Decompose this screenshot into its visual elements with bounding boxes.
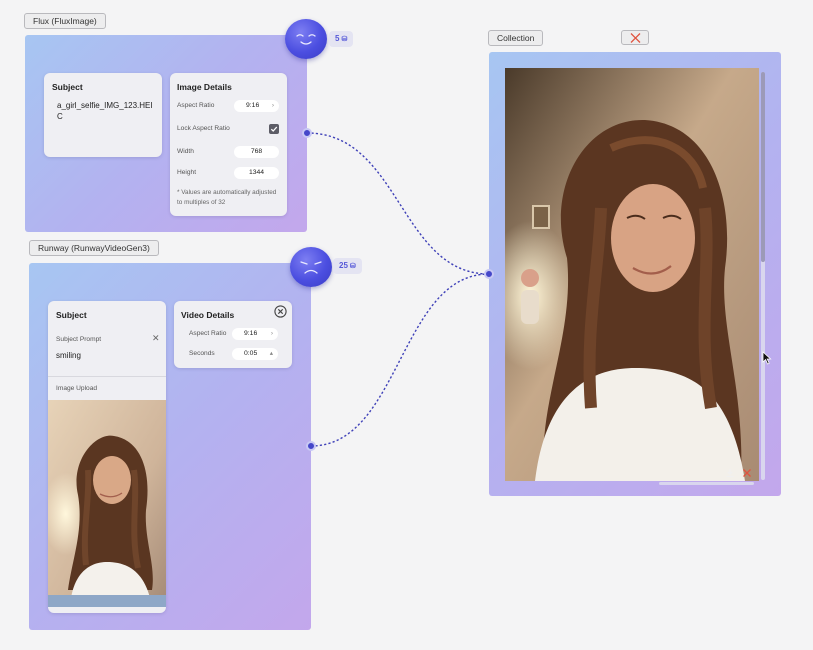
runway-node-title[interactable]: Runway (RunwayVideoGen3): [29, 240, 159, 256]
runway-subject-title: Subject: [56, 310, 87, 320]
runway-seconds-label: Seconds: [189, 350, 215, 357]
runway-video-details-card: Video Details Aspect Ratio 9:16 › Second…: [174, 301, 292, 368]
flux-credit-badge: 5 ⛁: [329, 31, 354, 47]
flux-subject-title: Subject: [52, 82, 83, 92]
runway-subject-card[interactable]: Subject Subject Prompt ✕ smiling Image U…: [48, 301, 166, 613]
runway-node-panel[interactable]: Subject Subject Prompt ✕ smiling Image U…: [29, 263, 311, 630]
flux-output-port[interactable]: [302, 128, 312, 138]
flux-height-input[interactable]: 1344: [234, 167, 279, 179]
collection-scrollbar-thumb[interactable]: [761, 72, 765, 262]
coin-stack-icon: ⛁: [341, 36, 348, 43]
mouse-cursor-icon: [762, 351, 772, 365]
runway-aspect-ratio-value: 9:16: [244, 330, 258, 337]
close-x-icon: [630, 33, 641, 43]
flux-credit-count: 5: [335, 34, 340, 43]
runway-seconds-select[interactable]: 0:05 ▴: [232, 348, 278, 360]
chevron-right-icon: ›: [270, 330, 273, 337]
close-x-icon[interactable]: ✕: [152, 333, 160, 344]
flux-aspect-ratio-select[interactable]: 9:16 ›: [234, 100, 279, 112]
runway-credit-badge: 25 ⛁: [333, 258, 362, 274]
runway-seconds-value: 0:05: [244, 350, 258, 357]
runway-subject-prompt-value[interactable]: smiling: [56, 350, 81, 361]
collection-image[interactable]: [505, 68, 759, 481]
chevron-down-icon: ▴: [269, 350, 273, 357]
flux-subject-card[interactable]: Subject a_girl_selfie_IMG_123.HEIC: [44, 73, 162, 157]
collection-node-panel[interactable]: [489, 52, 781, 496]
runway-uploaded-image[interactable]: [48, 400, 166, 607]
checkmark-icon: [270, 126, 278, 132]
runway-subject-prompt-label: Subject Prompt: [56, 336, 102, 343]
runway-aspect-ratio-select[interactable]: 9:16 ›: [232, 328, 278, 340]
runway-sad-face-icon[interactable]: [290, 247, 332, 287]
flux-aspect-ratio-label: Aspect Ratio: [177, 102, 215, 109]
flux-image-details-title: Image Details: [177, 82, 232, 92]
collection-horizontal-scrollbar[interactable]: [659, 482, 754, 485]
flux-lock-aspect-checkbox[interactable]: [269, 124, 279, 134]
flux-image-details-card: Image Details Aspect Ratio 9:16 › Lock A…: [170, 73, 287, 216]
connector-flux-to-collection: [306, 132, 490, 275]
connector-runway-to-collection: [310, 273, 490, 447]
flux-width-value: 768: [250, 148, 263, 155]
collection-scrollbar[interactable]: [761, 72, 765, 480]
flux-smile-face-icon[interactable]: [285, 19, 327, 59]
chevron-right-icon: ›: [271, 102, 274, 109]
runway-credit-count: 25: [339, 261, 348, 270]
clear-x-icon[interactable]: [742, 468, 752, 478]
flux-values-note: * Values are automatically adjusted to m…: [177, 189, 277, 206]
runway-image-upload-label: Image Upload: [56, 385, 98, 392]
flux-subject-filename: a_girl_selfie_IMG_123.HEIC: [57, 101, 153, 121]
close-circle-icon[interactable]: [274, 305, 287, 318]
flux-height-label: Height: [177, 169, 197, 176]
flux-height-value: 1344: [248, 169, 265, 176]
collection-input-port[interactable]: [484, 269, 494, 279]
download-icon[interactable]: [725, 468, 735, 478]
flux-width-label: Width: [177, 148, 194, 155]
runway-video-details-title: Video Details: [181, 310, 235, 320]
flux-lock-aspect-label: Lock Aspect Ratio: [177, 125, 230, 132]
coin-stack-icon: ⛁: [349, 263, 356, 270]
runway-subject-divider: [48, 376, 166, 377]
collection-close-button[interactable]: [621, 30, 649, 45]
flux-aspect-ratio-value: 9:16: [246, 102, 260, 109]
flux-node-panel[interactable]: Subject a_girl_selfie_IMG_123.HEIC Image…: [25, 35, 307, 232]
runway-output-port[interactable]: [306, 441, 316, 451]
runway-aspect-ratio-label: Aspect Ratio: [189, 330, 227, 337]
collection-node-title[interactable]: Collection: [488, 30, 544, 46]
flux-width-input[interactable]: 768: [234, 146, 279, 158]
flux-node-title[interactable]: Flux (FluxImage): [24, 13, 106, 29]
